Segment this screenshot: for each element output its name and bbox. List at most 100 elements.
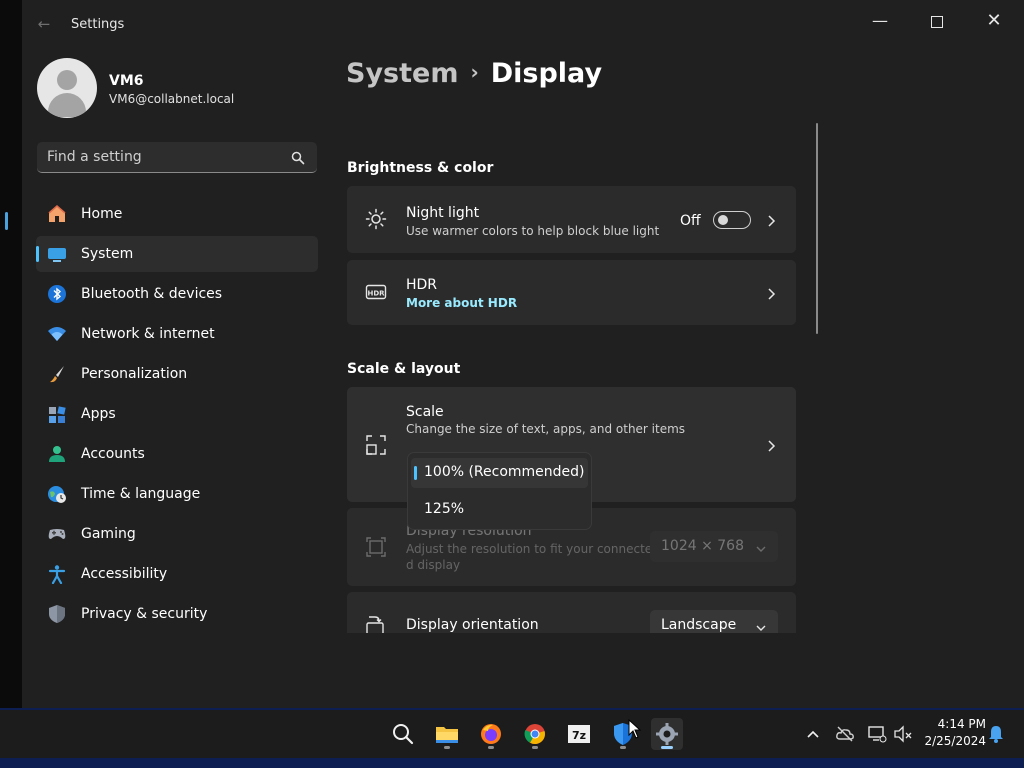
brush-icon <box>47 364 67 384</box>
avatar-body-shape <box>48 93 86 117</box>
notifications-button[interactable] <box>986 724 1006 744</box>
chevron-right-icon[interactable] <box>765 438 777 452</box>
taskbar-settings[interactable] <box>651 718 683 750</box>
orientation-select[interactable]: Landscape <box>650 610 778 633</box>
onedrive-tray[interactable] <box>835 724 855 744</box>
scale-option-125[interactable]: 125% <box>411 495 588 525</box>
search-icon[interactable] <box>291 150 305 169</box>
running-indicator <box>444 746 450 749</box>
scale-option-label: 100% (Recommended) <box>424 464 585 480</box>
page-title: Display <box>490 58 603 89</box>
accessibility-icon <box>47 564 67 585</box>
avatar-head-shape <box>57 70 77 90</box>
hdr-icon: HDR <box>365 281 387 303</box>
network-monitor-icon <box>868 726 887 743</box>
toggle-knob <box>718 215 728 225</box>
close-button[interactable]: ✕ <box>980 10 1008 32</box>
accounts-icon <box>47 444 67 464</box>
hdr-card[interactable]: HDR HDR More about HDR <box>347 260 796 325</box>
svg-text:HDR: HDR <box>367 289 385 297</box>
chevron-down-icon <box>755 619 767 633</box>
scale-dropdown-menu: 100% (Recommended) 125% <box>407 452 592 530</box>
taskbar: 7z 4:14 PM 2/25/2024 <box>0 710 1024 758</box>
show-hidden-icons-button[interactable] <box>803 724 823 744</box>
sidebar-item-label: Home <box>81 206 123 222</box>
taskbar-clock[interactable]: 4:14 PM 2/25/2024 <box>918 716 986 750</box>
sidebar-item-home[interactable]: Home <box>36 196 318 232</box>
sidebar-item-time-language[interactable]: Time & language <box>36 476 318 512</box>
shield-icon <box>47 604 67 624</box>
minimize-button[interactable]: — <box>866 10 894 32</box>
system-icon <box>47 244 67 264</box>
sidebar-item-label: Accessibility <box>81 566 168 582</box>
sidebar-item-bluetooth[interactable]: Bluetooth & devices <box>36 276 318 312</box>
sidebar-item-system[interactable]: System <box>36 236 318 272</box>
resolution-subtitle-line1: Adjust the resolution to fit your connec… <box>406 542 653 556</box>
breadcrumb-separator: › <box>470 60 479 84</box>
taskbar-firefox[interactable] <box>475 718 507 750</box>
volume-tray[interactable] <box>893 724 913 744</box>
taskbar-file-explorer[interactable] <box>431 718 463 750</box>
content-scrollbar[interactable] <box>816 123 818 334</box>
breadcrumb: System › Display <box>346 58 602 89</box>
sidebar-item-apps[interactable]: Apps <box>36 396 318 432</box>
sidebar-item-label: Gaming <box>81 526 136 542</box>
settings-content: Brightness & color Night light Use warme… <box>347 120 797 633</box>
scale-title: Scale <box>406 404 444 420</box>
night-light-subtitle: Use warmer colors to help block blue lig… <box>406 224 660 238</box>
section-heading-brightness: Brightness & color <box>347 160 494 176</box>
home-icon <box>47 204 67 224</box>
firefox-icon <box>481 724 501 744</box>
maximize-icon <box>931 15 943 28</box>
network-tray[interactable] <box>867 724 887 744</box>
chevron-up-icon <box>807 730 819 738</box>
sidebar-item-accounts[interactable]: Accounts <box>36 436 318 472</box>
night-light-toggle[interactable] <box>713 211 751 229</box>
avatar[interactable] <box>37 58 97 118</box>
user-email: VM6@collabnet.local <box>109 92 235 106</box>
search-input[interactable] <box>47 147 277 167</box>
sidebar-item-privacy-security[interactable]: Privacy & security <box>36 596 318 632</box>
back-button[interactable]: ← <box>34 14 54 34</box>
resolution-select[interactable]: 1024 × 768 <box>650 531 778 562</box>
scale-icon <box>365 434 387 456</box>
breadcrumb-parent[interactable]: System <box>346 58 458 89</box>
taskbar-chrome[interactable] <box>519 718 551 750</box>
running-indicator <box>620 746 626 749</box>
sidebar-item-network[interactable]: Network & internet <box>36 316 318 352</box>
resolution-subtitle-line2: d display <box>406 558 461 572</box>
chevron-right-icon[interactable] <box>765 213 777 227</box>
sidebar-item-accessibility[interactable]: Accessibility <box>36 556 318 592</box>
taskbar-search-button[interactable] <box>387 718 419 750</box>
desktop-left-strip <box>0 0 22 708</box>
sidebar-item-personalization[interactable]: Personalization <box>36 356 318 392</box>
chevron-right-icon[interactable] <box>765 286 777 300</box>
user-name: VM6 <box>109 73 144 89</box>
sidebar-nav: Home System Bluetooth & devices Network … <box>36 196 318 636</box>
hdr-link[interactable]: More about HDR <box>406 296 517 310</box>
sidebar-item-gaming[interactable]: Gaming <box>36 516 318 552</box>
apps-icon <box>47 404 67 424</box>
night-light-state: Off <box>680 213 701 229</box>
chevron-down-icon <box>755 540 767 559</box>
sidebar-item-label: Bluetooth & devices <box>81 286 223 302</box>
maximize-button[interactable] <box>923 10 951 32</box>
wifi-icon <box>47 324 67 344</box>
sidebar-item-label: Network & internet <box>81 326 215 342</box>
gamepad-icon <box>47 524 67 544</box>
night-light-title: Night light <box>406 205 480 221</box>
brightness-icon <box>365 208 387 230</box>
scale-subtitle: Change the size of text, apps, and other… <box>406 422 686 436</box>
sidebar-item-label: Accounts <box>81 446 145 462</box>
night-light-card[interactable]: Night light Use warmer colors to help bl… <box>347 186 796 253</box>
scale-option-100[interactable]: 100% (Recommended) <box>411 458 588 488</box>
display-orientation-card[interactable]: Display orientation Landscape <box>347 592 796 633</box>
title-bar: ← Settings — ✕ <box>22 0 1024 48</box>
search-icon <box>393 724 414 745</box>
bluetooth-icon <box>47 284 67 304</box>
sidebar-item-label: Personalization <box>81 366 188 382</box>
mouse-cursor <box>628 718 642 743</box>
search-box[interactable] <box>37 142 317 173</box>
sidebar-item-label: Apps <box>81 406 116 422</box>
taskbar-7zip[interactable]: 7z <box>563 718 595 750</box>
